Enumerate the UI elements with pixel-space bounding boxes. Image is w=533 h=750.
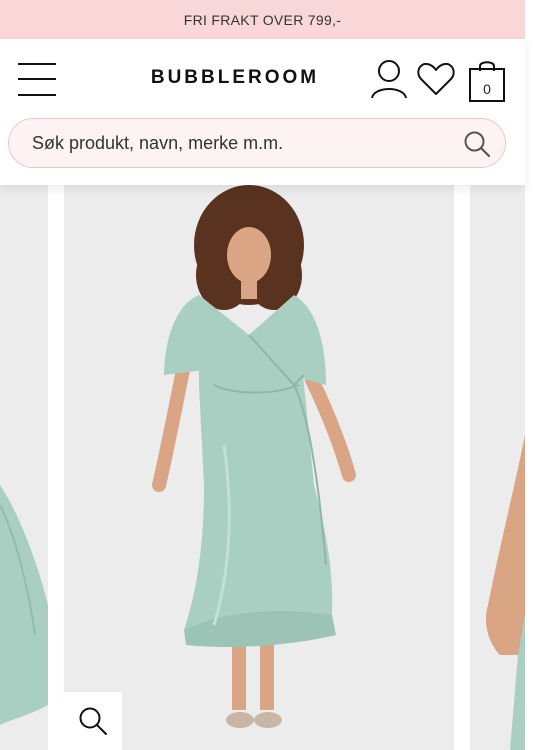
cart-count: 0: [483, 81, 491, 97]
promo-banner: FRI FRAKT OVER 799,-: [0, 0, 525, 39]
brand-logo[interactable]: BUBBLEROOM: [150, 67, 320, 89]
cart-icon[interactable]: 0: [467, 55, 507, 105]
promo-banner-text: FRI FRAKT OVER 799,-: [183, 11, 342, 28]
search-bar: [8, 118, 506, 168]
gallery-prev-image[interactable]: [0, 185, 48, 750]
heart-icon[interactable]: [416, 61, 456, 97]
edge-strip: [525, 0, 533, 750]
menu-icon[interactable]: [18, 61, 58, 97]
search-icon[interactable]: [463, 130, 491, 158]
gallery-next-image[interactable]: [470, 185, 525, 750]
user-icon[interactable]: [369, 58, 409, 100]
product-gallery[interactable]: [0, 185, 533, 750]
product-image[interactable]: [64, 185, 454, 750]
search-input[interactable]: [30, 119, 454, 168]
site-header: BUBBLEROOM 0: [0, 39, 525, 185]
zoom-icon[interactable]: [64, 692, 122, 750]
